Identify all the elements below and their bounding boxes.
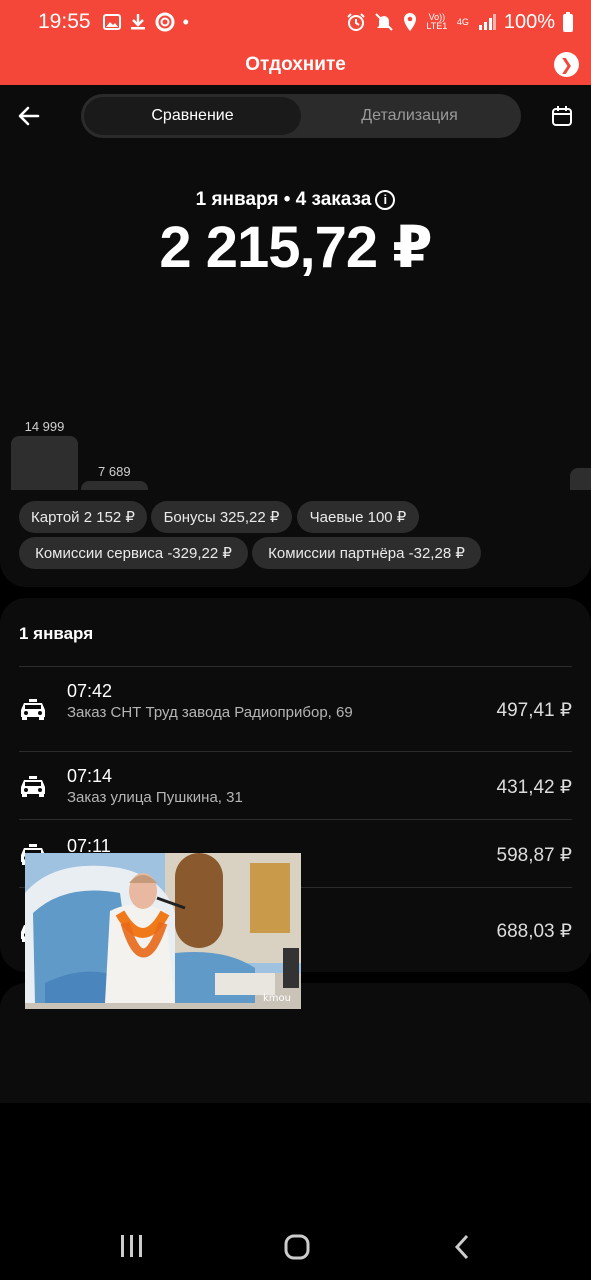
mute-icon <box>375 13 393 31</box>
battery-icon <box>563 12 573 32</box>
total-amount: 2 215,72 ₽ <box>159 215 432 280</box>
order-price: 598,87 ₽ <box>496 845 572 866</box>
location-icon <box>403 13 416 31</box>
order-time: 07:14 <box>67 766 113 786</box>
chevron-right-icon[interactable]: ❯ <box>554 52 579 77</box>
alarm-icon <box>347 13 365 31</box>
summary-card: Сравнение Детализация 1 января • 4 заказ… <box>0 85 591 587</box>
gallery-icon <box>102 14 121 30</box>
earnings-bar-chart: 14 9994Янв7 6895Янв4996Янв8487Янв2 6138Я… <box>0 330 591 490</box>
home-icon[interactable] <box>284 1234 310 1260</box>
chip-service-fee: Комиссии сервиса -329,22 ₽ <box>19 537 248 569</box>
signal-icon <box>478 14 496 30</box>
summary-date-orders: 1 января • 4 заказа <box>195 189 372 210</box>
tab-details[interactable]: Детализация <box>301 97 518 135</box>
download-icon <box>130 14 145 30</box>
orders-date-title: 1 января <box>19 624 94 643</box>
volte-label: Vo)) LTE1 <box>426 12 448 31</box>
rest-banner[interactable]: Отдохните ❯ <box>0 44 591 85</box>
order-price: 497,41 ₽ <box>496 700 572 721</box>
chip-bonus: Бонусы 325,22 ₽ <box>151 501 292 533</box>
chart-bar-partial[interactable] <box>570 468 591 490</box>
taxi-icon <box>21 776 45 797</box>
tab-comparison[interactable]: Сравнение <box>84 97 301 135</box>
chart-bar[interactable] <box>11 436 78 490</box>
view-switcher: Сравнение Детализация <box>81 94 521 138</box>
summary-line: 1 января • 4 заказа i <box>0 189 591 211</box>
network-type-label: 4G <box>456 16 469 27</box>
back-arrow-icon[interactable] <box>16 103 42 129</box>
info-icon[interactable]: i <box>375 190 396 210</box>
recent-apps-icon[interactable] <box>119 1234 145 1258</box>
video-overlay[interactable]: kmou <box>25 853 301 1009</box>
order-price: 431,42 ₽ <box>496 777 572 798</box>
banner-text: Отдохните <box>245 53 346 75</box>
dot-icon: • <box>182 11 189 32</box>
chart-value-label: 14 999 <box>24 419 65 434</box>
order-price: 688,03 ₽ <box>496 921 572 942</box>
status-bar: 19:55 • Vo)) LTE1 4G 100% <box>0 0 591 44</box>
chart-value-label: 7 689 <box>98 464 131 479</box>
video-frame-image: kmou <box>25 853 301 1009</box>
order-address: Заказ улица Пушкина, 31 <box>67 789 243 806</box>
order-address: Заказ СНТ Труд завода Радиоприбор, 69 <box>67 704 353 721</box>
order-row[interactable]: 07:42 Заказ СНТ Труд завода Радиоприбор,… <box>19 666 572 751</box>
system-nav-bar <box>0 1212 591 1280</box>
chip-card: Картой 2 152 ₽ <box>19 501 147 533</box>
chart-bar[interactable] <box>80 481 148 490</box>
calendar-icon[interactable] <box>551 105 573 127</box>
lifebuoy-icon <box>155 12 175 32</box>
taxi-icon <box>21 699 45 720</box>
status-time: 19:55 <box>38 10 91 33</box>
back-nav-icon[interactable] <box>453 1234 471 1260</box>
chip-tips: Чаевые 100 ₽ <box>297 501 419 533</box>
chip-partner-fee: Комиссии партнёра -32,28 ₽ <box>252 537 481 569</box>
battery-percent: 100% <box>503 10 555 33</box>
order-time: 07:42 <box>67 681 113 701</box>
video-watermark: kmou <box>263 993 291 1004</box>
order-row[interactable]: 07:14 Заказ улица Пушкина, 31 431,42 ₽ <box>19 751 572 819</box>
